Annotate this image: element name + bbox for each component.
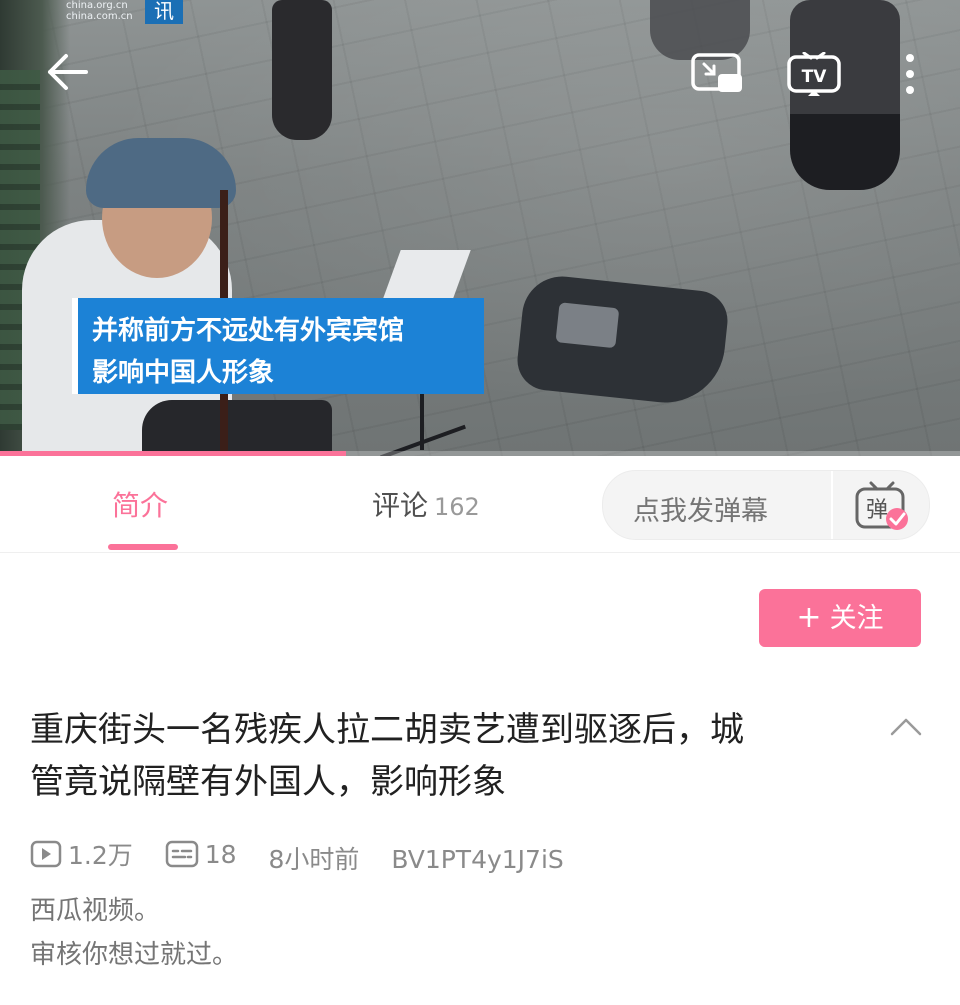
follow-label: 关注 bbox=[829, 603, 884, 634]
video-title-line-1: 重庆街头一名残疾人拉二胡卖艺遭到驱逐后，城 bbox=[30, 710, 744, 750]
views-stat: 1.2万 bbox=[30, 836, 133, 872]
danmaku-toggle-icon[interactable]: 弹 bbox=[851, 479, 911, 533]
video-stats: 1.2万 18 8小时前 BV1PT4y1J7iS bbox=[30, 836, 588, 874]
watermark-line-2: china.com.cn bbox=[66, 11, 133, 22]
video-title-line-2: 管竟说隔壁有外国人，影响形象 bbox=[30, 762, 506, 802]
video-subtitle: 并称前方不远处有外宾宾馆 影响中国人形象 bbox=[72, 298, 484, 394]
chevron-up-icon[interactable] bbox=[888, 712, 924, 740]
video-player[interactable]: china.org.cn china.com.cn 讯 并称前方不远处有外宾宾馆… bbox=[0, 0, 960, 456]
video-title: 重庆街头一名残疾人拉二胡卖艺遭到驱逐后，城 管竟说隔壁有外国人，影响形象 bbox=[30, 704, 870, 808]
subtitle-line-1: 并称前方不远处有外宾宾馆 bbox=[92, 316, 405, 346]
tab-comments-label: 评论 bbox=[372, 489, 429, 522]
subtitle-line-2: 影响中国人形象 bbox=[92, 358, 275, 388]
tv-cast-icon[interactable]: TV bbox=[786, 51, 842, 98]
more-options-icon[interactable] bbox=[898, 50, 922, 100]
tab-intro-underline bbox=[108, 544, 178, 550]
video-scene-pedestrian-far bbox=[650, 0, 750, 60]
danmaku-count: 18 bbox=[204, 839, 237, 869]
tab-comments[interactable]: 评论 162 bbox=[372, 484, 480, 524]
publish-time: 8小时前 bbox=[268, 845, 360, 874]
video-scene-pedestrian-walking bbox=[272, 0, 332, 140]
plus-icon: + bbox=[796, 600, 822, 635]
views-count: 1.2万 bbox=[68, 841, 133, 870]
danmaku-placeholder: 点我发弹幕 bbox=[633, 496, 768, 527]
danmaku-icon-char: 弹 bbox=[866, 498, 888, 523]
danmaku-stat: 18 bbox=[165, 840, 237, 869]
play-count-icon bbox=[30, 840, 62, 868]
watermark-line-1: china.org.cn bbox=[66, 0, 128, 11]
danmaku-input[interactable]: 点我发弹幕 弹 bbox=[602, 470, 930, 540]
video-watermark: china.org.cn china.com.cn bbox=[66, 0, 133, 22]
bvid: BV1PT4y1J7iS bbox=[391, 845, 564, 874]
follow-button[interactable]: + 关注 bbox=[759, 589, 921, 647]
danmaku-count-icon bbox=[165, 840, 198, 868]
back-arrow-icon[interactable] bbox=[44, 52, 90, 92]
tab-intro[interactable]: 简介 bbox=[112, 484, 168, 524]
video-scene-erhu-player bbox=[22, 130, 332, 456]
video-scene-bag bbox=[514, 272, 731, 409]
picture-in-picture-icon[interactable] bbox=[690, 52, 744, 96]
watermark-badge: 讯 bbox=[145, 0, 183, 24]
tv-label: TV bbox=[802, 67, 828, 87]
tab-bar: 简介 评论 162 点我发弹幕 弹 bbox=[0, 456, 960, 553]
tab-comments-count: 162 bbox=[434, 493, 480, 521]
description-line-1: 西瓜视频。 bbox=[30, 896, 161, 926]
description-line-2: 审核你想过就过。 bbox=[30, 940, 239, 970]
